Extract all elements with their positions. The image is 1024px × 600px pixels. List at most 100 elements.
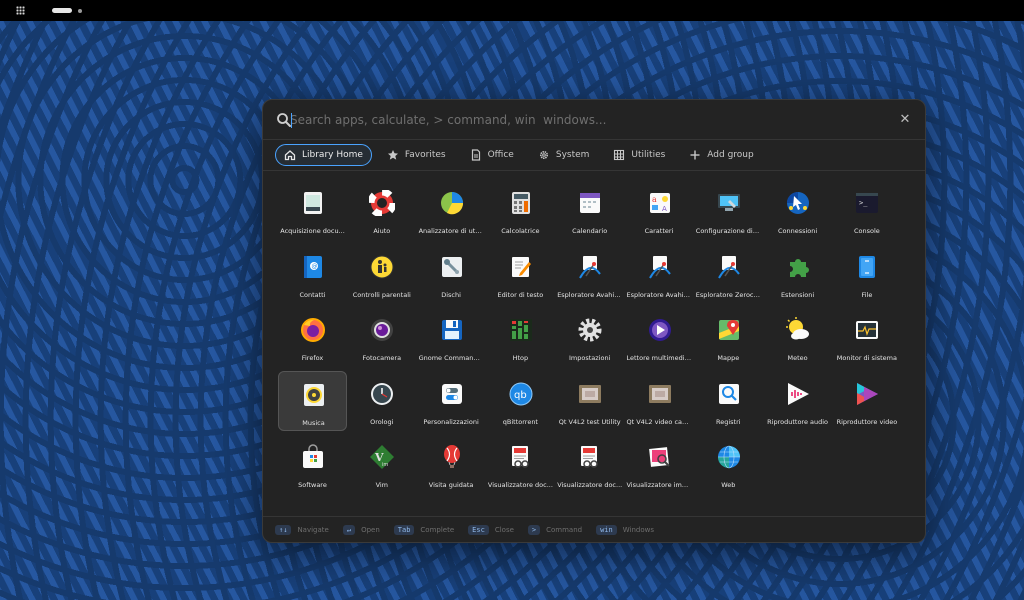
app-tile[interactable]: a A Caratteri bbox=[625, 180, 694, 240]
app-tile[interactable]: Htop bbox=[486, 307, 555, 367]
app-label: Web bbox=[721, 481, 736, 489]
app-tile[interactable]: Qt V4L2 video cap... bbox=[625, 371, 694, 431]
app-label: Vim bbox=[375, 481, 389, 489]
app-tile[interactable]: Mappe bbox=[694, 307, 763, 367]
svg-text:im: im bbox=[382, 462, 388, 468]
app-label: Riproduttore audio bbox=[767, 417, 829, 426]
app-tile[interactable]: Qt V4L2 test Utility bbox=[555, 371, 624, 431]
app-label: File bbox=[861, 290, 873, 299]
qbittorrent-icon: qb bbox=[508, 381, 534, 407]
app-tile[interactable]: >_ Console bbox=[832, 180, 901, 240]
app-tile[interactable]: Personalizzazioni bbox=[417, 371, 486, 431]
maps-icon bbox=[716, 317, 742, 343]
vim-icon: Vim bbox=[369, 444, 395, 470]
app-tile[interactable]: Calendario bbox=[555, 180, 624, 240]
workspace-indicator-active[interactable] bbox=[52, 8, 72, 13]
app-label: Calendario bbox=[572, 227, 608, 235]
app-label: Visita guidata bbox=[428, 481, 474, 489]
tweaks-icon bbox=[439, 381, 465, 407]
app-tile[interactable]: Software bbox=[278, 434, 347, 494]
tab-label: Favorites bbox=[404, 150, 446, 160]
app-label: Esploratore Zeroco... bbox=[695, 290, 763, 299]
app-tile[interactable]: Orologi bbox=[347, 371, 416, 431]
tab-office[interactable]: Office bbox=[461, 144, 523, 166]
app-tile[interactable]: Firefox bbox=[278, 307, 347, 367]
app-label: Personalizzazioni bbox=[423, 417, 479, 426]
app-tile[interactable]: Riproduttore video bbox=[832, 371, 901, 431]
tab-add-group[interactable]: Add group bbox=[680, 144, 762, 166]
app-tile[interactable]: Fotocamera bbox=[347, 307, 416, 367]
app-tile[interactable]: Controlli parentali bbox=[347, 244, 416, 304]
key-hint-label: Complete bbox=[420, 525, 455, 534]
app-label: Esploratore Avahi p... bbox=[557, 290, 625, 299]
app-tile[interactable]: Visualizzatore imm... bbox=[625, 434, 694, 494]
key-hint-label: Open bbox=[361, 525, 380, 534]
app-tile[interactable]: Esploratore Avahi p... bbox=[555, 244, 624, 304]
app-tile[interactable]: Meteo bbox=[763, 307, 832, 367]
app-tile[interactable]: Editor di testo bbox=[486, 244, 555, 304]
app-tile[interactable]: Riproduttore audio bbox=[763, 371, 832, 431]
app-tile[interactable]: Impostazioni bbox=[555, 307, 624, 367]
app-tile[interactable]: Calcolatrice bbox=[486, 180, 555, 240]
app-tile[interactable]: Visita guidata bbox=[417, 434, 486, 494]
app-tile[interactable]: Configurazione di r... bbox=[694, 180, 763, 240]
app-tile[interactable]: Visualizzatore doc... bbox=[555, 434, 624, 494]
app-tile[interactable]: Analizzatore di utili... bbox=[417, 180, 486, 240]
app-label: Visualizzatore doc... bbox=[557, 481, 623, 489]
connections-icon bbox=[785, 190, 811, 216]
app-tile[interactable]: Dischi bbox=[417, 244, 486, 304]
app-tile[interactable]: Esploratore Avahi p... bbox=[625, 244, 694, 304]
app-label: Calcolatrice bbox=[501, 227, 540, 235]
app-tile[interactable]: Estensioni bbox=[763, 244, 832, 304]
files-icon bbox=[854, 254, 880, 280]
app-label: Qt V4L2 test Utility bbox=[558, 417, 621, 426]
app-label: Software bbox=[298, 481, 327, 489]
workspace-indicator[interactable] bbox=[78, 8, 82, 13]
tab-library-home[interactable]: Library Home bbox=[275, 144, 372, 166]
calendar-icon bbox=[577, 190, 603, 216]
tab-label: Add group bbox=[707, 150, 754, 160]
app-tile[interactable]: Web bbox=[694, 434, 763, 494]
weather-icon bbox=[785, 317, 811, 343]
key-hint: win bbox=[596, 524, 617, 535]
app-label: Estensioni bbox=[780, 290, 815, 299]
lifebuoy-icon bbox=[367, 188, 397, 218]
globe-icon bbox=[716, 444, 742, 470]
app-tile[interactable]: Monitor di sistema bbox=[832, 307, 901, 367]
app-tile[interactable]: Vim Vim bbox=[347, 434, 416, 494]
app-tile[interactable]: Gnome Commander bbox=[417, 307, 486, 367]
app-tile[interactable]: File bbox=[832, 244, 901, 304]
app-tile[interactable]: Acquisizione docu... bbox=[278, 180, 347, 240]
logs-icon bbox=[716, 381, 742, 407]
app-tile[interactable]: @ Contatti bbox=[278, 244, 347, 304]
tab-favorites[interactable]: Favorites bbox=[378, 144, 455, 166]
app-label: Orologi bbox=[370, 417, 394, 426]
app-label: Qt V4L2 video cap... bbox=[626, 417, 693, 426]
key-hint: ↵ bbox=[342, 524, 356, 535]
app-tile[interactable]: Registri bbox=[694, 371, 763, 431]
app-tile[interactable]: Connessioni bbox=[763, 180, 832, 240]
app-tile[interactable]: Esploratore Zeroco... bbox=[694, 244, 763, 304]
key-hint: > bbox=[527, 524, 541, 535]
app-tile[interactable]: Lettore multimedial... bbox=[625, 307, 694, 367]
app-tile[interactable]: qb qBittorrent bbox=[486, 371, 555, 431]
app-label: Visualizzatore doc... bbox=[487, 481, 553, 489]
app-label: Connessioni bbox=[777, 227, 818, 235]
search-input[interactable] bbox=[290, 109, 870, 131]
app-label: Gnome Commander bbox=[418, 354, 485, 362]
app-tile[interactable]: Aiuto bbox=[347, 180, 416, 240]
avahi-icon bbox=[716, 254, 742, 280]
app-label: Acquisizione docu... bbox=[280, 227, 345, 235]
contacts-icon: @ bbox=[300, 254, 326, 280]
app-label: Riproduttore video bbox=[836, 417, 898, 426]
parental-controls-icon bbox=[369, 254, 395, 280]
app-label: Monitor di sistema bbox=[836, 354, 897, 362]
tab-system[interactable]: System bbox=[529, 144, 599, 166]
close-icon[interactable]: ✕ bbox=[897, 112, 913, 128]
avahi-icon bbox=[577, 254, 603, 280]
app-grid-icon[interactable] bbox=[16, 6, 25, 15]
app-tile[interactable]: Visualizzatore doc... bbox=[486, 434, 555, 494]
keyboard-hints: ↑↓ Navigate ↵ Open Tab Complete Esc Close > Comma… bbox=[263, 516, 925, 542]
tab-utilities[interactable]: Utilities bbox=[604, 144, 674, 166]
app-tile[interactable]: Musica bbox=[278, 370, 347, 431]
